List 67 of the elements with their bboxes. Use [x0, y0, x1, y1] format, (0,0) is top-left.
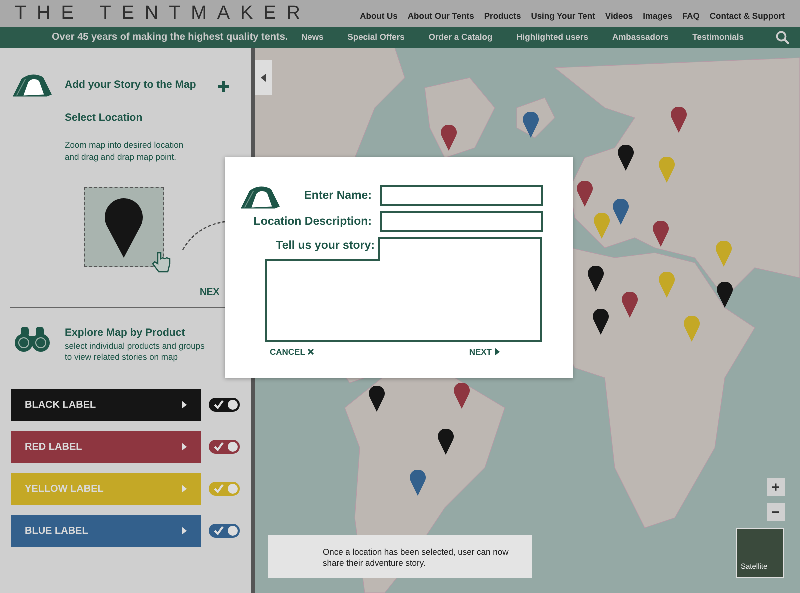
section-title: Add your Story to the Map [65, 78, 196, 94]
nav-link[interactable]: News [301, 31, 324, 44]
nav-link[interactable]: Videos [600, 10, 638, 23]
drop-target-area[interactable] [84, 187, 164, 268]
caret-icon [182, 443, 187, 452]
zoom-out-button[interactable]: − [767, 503, 785, 521]
binoculars-icon [15, 326, 50, 353]
nav-link[interactable]: Products [479, 10, 526, 23]
nav-link[interactable]: Highlighted users [516, 31, 588, 44]
caret-icon [182, 401, 187, 410]
nav-link[interactable]: Ambassadors [612, 31, 669, 44]
instructions-text: Zoom map into desired location and drag and drap map point. [65, 138, 185, 164]
map-pin[interactable] [438, 429, 454, 455]
map-pin-icon [104, 196, 144, 258]
nav-link[interactable]: About Our Tents [402, 10, 480, 23]
text-input-field[interactable] [380, 211, 543, 232]
caret-icon [261, 74, 266, 82]
nav-link[interactable]: About Us [355, 10, 403, 23]
nav-link[interactable]: Images [638, 10, 678, 23]
map-pin[interactable] [369, 386, 385, 412]
hand-pointer-icon [152, 251, 172, 274]
nav-link[interactable]: Contact & Support [704, 10, 790, 23]
map-pin[interactable] [593, 309, 609, 335]
next-button[interactable]: NEXT [469, 346, 500, 359]
story-text-field[interactable] [265, 237, 542, 342]
step-title: Select Location [65, 111, 144, 126]
toggle-switch[interactable] [209, 482, 240, 496]
nav-link[interactable]: FAQ [677, 10, 705, 23]
product-filter-button[interactable]: BLACK LABEL [11, 389, 201, 422]
site-logo[interactable]: THE TENTMAKER [15, 2, 311, 24]
info-message: Once a location has been selected, user can now share their adventure story. [268, 535, 532, 578]
map-pin[interactable] [588, 266, 604, 292]
search-icon[interactable] [776, 30, 790, 44]
cut-off-link[interactable]: NEX [200, 286, 220, 301]
field-label: Tell us your story: [275, 239, 375, 254]
collapse-panel-button[interactable] [255, 60, 272, 95]
dashed-path-line [182, 221, 226, 252]
map-pin[interactable] [618, 145, 634, 171]
tagline: Over 45 years of making the highest quality tents. [52, 31, 288, 45]
toggle-switch[interactable] [209, 440, 240, 454]
toggle-switch[interactable] [209, 524, 240, 538]
toggle-switch[interactable] [209, 398, 240, 412]
text-input-field[interactable] [380, 185, 543, 206]
tent-icon [240, 185, 281, 211]
map-pin[interactable] [717, 282, 733, 308]
product-filter-button[interactable]: RED LABEL [11, 431, 201, 464]
field-label: Enter Name: [304, 188, 372, 204]
cancel-button[interactable]: CANCEL [270, 346, 314, 359]
caret-icon [495, 348, 500, 356]
check-icon [214, 526, 224, 536]
caret-icon [182, 485, 187, 494]
tent-icon [12, 73, 53, 99]
nav-link[interactable]: Order a Catalog [428, 31, 493, 44]
field-label: Location Description: [254, 214, 372, 230]
close-icon [308, 349, 314, 356]
zoom-in-button[interactable]: + [767, 478, 785, 496]
check-icon [214, 400, 224, 410]
product-filter-button[interactable]: BLUE LABEL [11, 515, 201, 548]
section-title: Explore Map by Product [65, 326, 186, 341]
plus-icon[interactable] [218, 80, 229, 92]
nav-link[interactable]: Testimonials [692, 31, 744, 44]
caret-icon [182, 527, 187, 536]
check-icon [214, 484, 224, 494]
check-icon [214, 442, 224, 452]
nav-link[interactable]: Special Offers [348, 31, 405, 44]
section-description: select individual products and groups to view related stories on map [65, 341, 205, 364]
nav-link[interactable]: Using Your Tent [526, 10, 600, 23]
